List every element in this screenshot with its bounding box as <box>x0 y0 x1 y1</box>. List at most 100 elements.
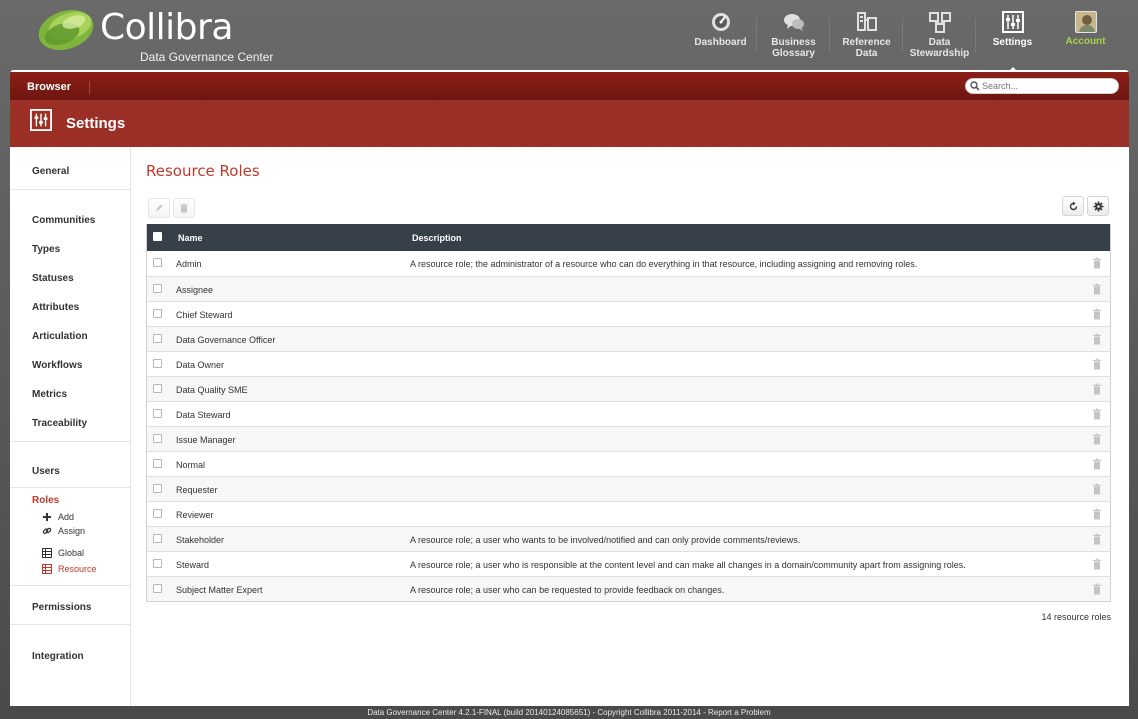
nav-data-stewardship[interactable]: Data Stewardship <box>903 6 976 68</box>
delete-row-trash-icon[interactable] <box>1092 383 1102 395</box>
role-name[interactable]: Data Steward <box>176 410 231 420</box>
sidebar-item-general[interactable]: General <box>32 166 69 177</box>
row-checkbox[interactable] <box>153 509 162 518</box>
sidebar-item-statuses[interactable]: Statuses <box>32 273 74 284</box>
select-all-checkbox[interactable] <box>153 232 162 241</box>
row-checkbox[interactable] <box>153 258 162 267</box>
nav-business-glossary[interactable]: Business Glossary <box>757 6 830 68</box>
row-checkbox[interactable] <box>153 459 162 468</box>
search-box[interactable] <box>965 78 1119 94</box>
delete-row-trash-icon[interactable] <box>1092 508 1102 520</box>
roles-add-action[interactable]: Add <box>42 512 74 522</box>
roles-assign-label: Assign <box>58 526 86 536</box>
table-row[interactable]: Data Steward <box>147 401 1110 426</box>
search-icon <box>970 81 980 91</box>
sidebar-item-traceability[interactable]: Traceability <box>32 418 87 429</box>
roles-global-view[interactable]: Global <box>42 548 84 558</box>
table-row[interactable]: Data Quality SME <box>147 376 1110 401</box>
search-input[interactable] <box>982 80 1114 92</box>
delete-row-trash-icon[interactable] <box>1092 458 1102 470</box>
row-checkbox[interactable] <box>153 359 162 368</box>
table-row[interactable]: Stakeholder A resource role; a user who w… <box>147 526 1110 551</box>
pencil-icon <box>156 204 163 211</box>
row-checkbox[interactable] <box>153 409 162 418</box>
row-checkbox[interactable] <box>153 334 162 343</box>
role-name[interactable]: Assignee <box>176 285 213 295</box>
row-checkbox[interactable] <box>153 559 162 568</box>
collibra-logo-icon <box>38 9 94 51</box>
table-row[interactable]: Assignee <box>147 276 1110 301</box>
table-row[interactable]: Subject Matter Expert A resource role; a … <box>147 576 1110 601</box>
roles-resource-view[interactable]: Resource <box>42 564 97 574</box>
role-name[interactable]: Subject Matter Expert <box>176 585 263 595</box>
role-name[interactable]: Issue Manager <box>176 435 236 445</box>
delete-row-trash-icon[interactable] <box>1092 358 1102 370</box>
sidebar-item-types[interactable]: Types <box>32 244 60 255</box>
role-name[interactable]: Data Owner <box>176 360 224 370</box>
table-row[interactable]: Steward A resource role; a user who is re… <box>147 551 1110 576</box>
row-checkbox[interactable] <box>153 309 162 318</box>
delete-row-trash-icon[interactable] <box>1092 283 1102 295</box>
column-header-description[interactable]: Description <box>412 233 462 243</box>
roles-add-label: Add <box>58 512 75 522</box>
nav-dashboard-label: Dashboard <box>694 37 747 48</box>
browser-link[interactable]: Browser <box>27 81 71 93</box>
delete-row-trash-icon[interactable] <box>1092 308 1102 320</box>
table-row[interactable]: Chief Steward <box>147 301 1110 326</box>
nav-settings[interactable]: Settings <box>976 6 1049 74</box>
nav-dashboard[interactable]: Dashboard <box>684 6 757 68</box>
table-row[interactable]: Reviewer <box>147 501 1110 526</box>
row-checkbox[interactable] <box>153 584 162 593</box>
table-row[interactable]: Data Governance Officer <box>147 326 1110 351</box>
nav-reference-data[interactable]: Reference Data <box>830 6 903 68</box>
delete-row-trash-icon[interactable] <box>1092 583 1102 595</box>
sidebar-item-permissions[interactable]: Permissions <box>32 602 91 613</box>
edit-button[interactable] <box>148 198 170 218</box>
sidebar-item-workflows[interactable]: Workflows <box>32 360 82 371</box>
nav-account[interactable]: Account <box>1049 6 1122 68</box>
sidebar-item-metrics[interactable]: Metrics <box>32 389 67 400</box>
table-row[interactable]: Data Owner <box>147 351 1110 376</box>
refresh-button[interactable] <box>1062 196 1084 216</box>
table-row[interactable]: Requester <box>147 476 1110 501</box>
role-name[interactable]: Stakeholder <box>176 535 224 545</box>
sidebar-item-roles[interactable]: Roles <box>32 495 59 506</box>
table-settings-button[interactable] <box>1087 196 1109 216</box>
sidebar-item-integration[interactable]: Integration <box>32 651 84 662</box>
delete-row-trash-icon[interactable] <box>1092 333 1102 345</box>
table-row[interactable]: Issue Manager <box>147 426 1110 451</box>
role-name[interactable]: Data Governance Officer <box>176 335 275 345</box>
role-name[interactable]: Admin <box>176 259 202 269</box>
delete-selected-button[interactable] <box>173 198 195 218</box>
sidebar-item-articulation[interactable]: Articulation <box>32 331 88 342</box>
delete-row-trash-icon[interactable] <box>1092 408 1102 420</box>
row-checkbox[interactable] <box>153 434 162 443</box>
role-name[interactable]: Reviewer <box>176 510 214 520</box>
delete-row-trash-icon[interactable] <box>1092 558 1102 570</box>
trash-icon <box>180 203 188 213</box>
row-checkbox[interactable] <box>153 484 162 493</box>
role-name[interactable]: Data Quality SME <box>176 385 248 395</box>
delete-row-trash-icon[interactable] <box>1092 433 1102 445</box>
role-name[interactable]: Chief Steward <box>176 310 233 320</box>
sidebar-item-communities[interactable]: Communities <box>32 215 95 226</box>
role-name[interactable]: Steward <box>176 560 209 570</box>
row-checkbox[interactable] <box>153 534 162 543</box>
resource-roles-table: Name Description Admin A resource role; t… <box>146 224 1111 602</box>
delete-row-trash-icon[interactable] <box>1092 483 1102 495</box>
collibra-logo[interactable]: Collibra Data Governance Center <box>36 6 296 64</box>
table-icon <box>42 564 52 574</box>
sidebar-item-users[interactable]: Users <box>32 466 60 477</box>
role-name[interactable]: Requester <box>176 485 218 495</box>
roles-assign-action[interactable]: Assign <box>42 526 85 536</box>
column-header-name[interactable]: Name <box>178 233 203 243</box>
row-checkbox[interactable] <box>153 384 162 393</box>
delete-row-trash-icon[interactable] <box>1092 533 1102 545</box>
report-problem-link[interactable]: Report a Problem <box>708 708 771 717</box>
table-row[interactable]: Normal <box>147 451 1110 476</box>
row-checkbox[interactable] <box>153 284 162 293</box>
role-name[interactable]: Normal <box>176 460 205 470</box>
table-row[interactable]: Admin A resource role; the administrator … <box>147 251 1110 276</box>
sidebar-item-attributes[interactable]: Attributes <box>32 302 79 313</box>
delete-row-trash-icon[interactable] <box>1092 257 1102 269</box>
